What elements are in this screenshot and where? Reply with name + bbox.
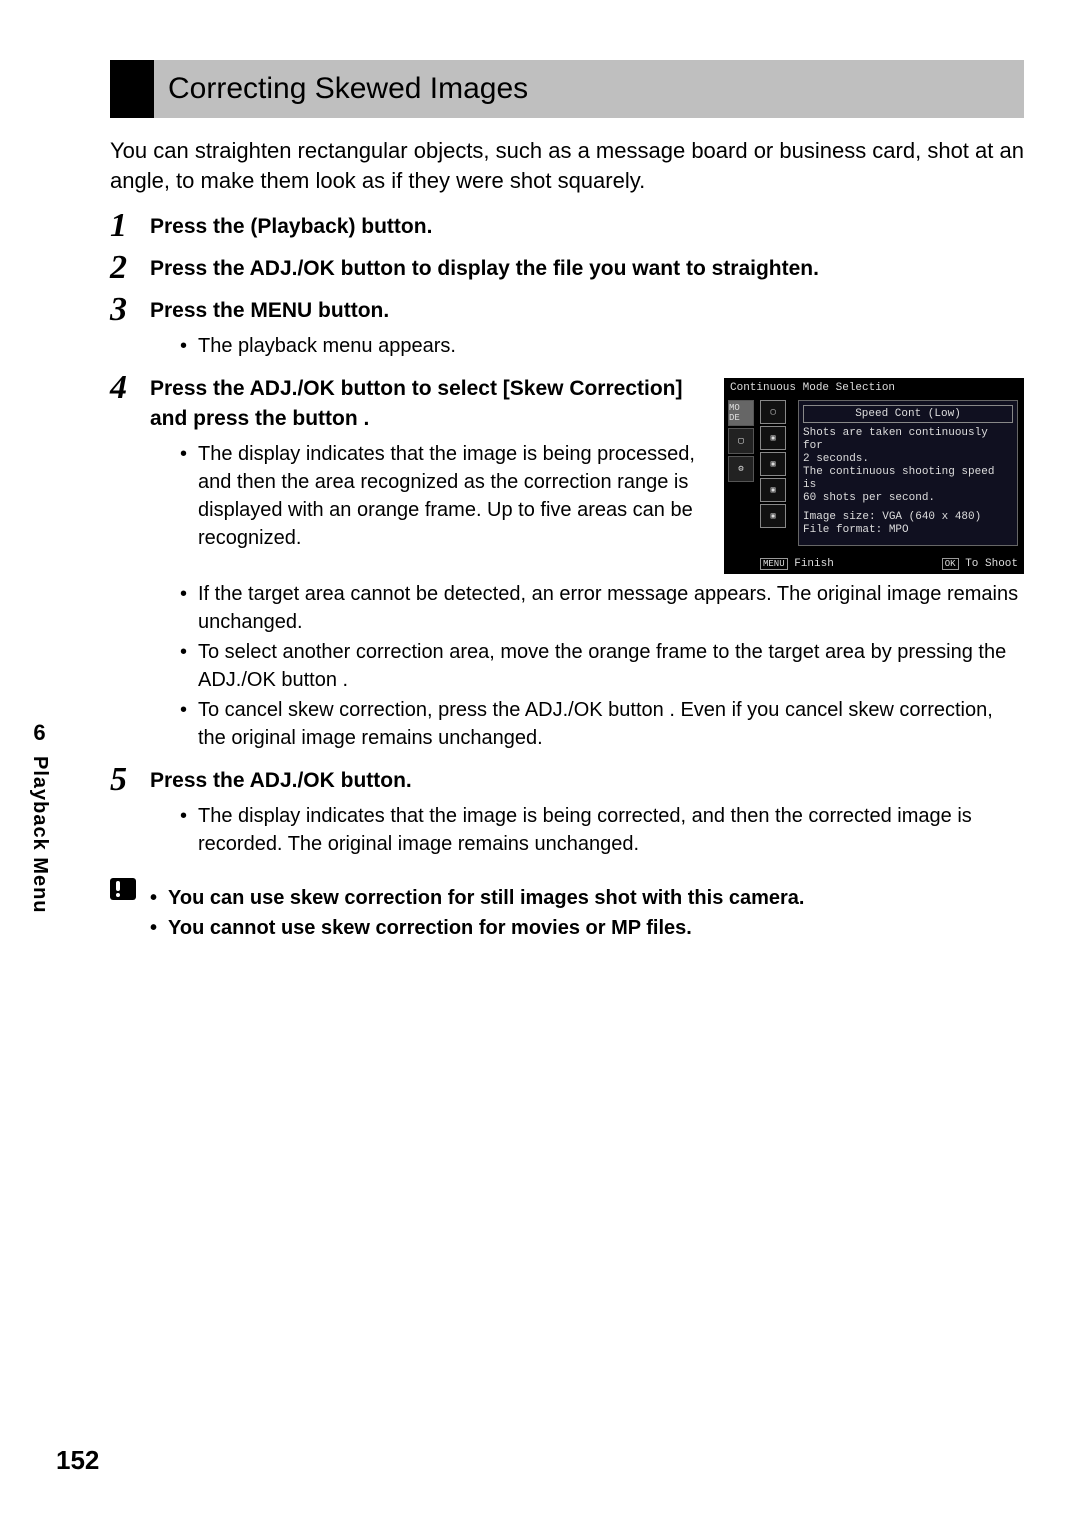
caution-icons	[110, 878, 150, 944]
step-5-bullet-1: The display indicates that the image is …	[180, 802, 1024, 858]
step-4-bullets-a: The display indicates that the image is …	[180, 440, 704, 552]
lcd-tab-camera: ▢	[728, 428, 754, 454]
lcd-line-2: 2 seconds.	[803, 453, 1013, 466]
step-number-5: 5	[110, 766, 150, 860]
step-4-bullet-1: The display indicates that the image is …	[180, 440, 704, 552]
step-2: 2 Press the ADJ./OK button to display th…	[110, 254, 1024, 284]
lcd-line-5: Image size: VGA (640 x 480)	[803, 511, 1013, 524]
step-5: 5 Press the ADJ./OK button. The display …	[110, 766, 1024, 860]
lcd-menu-btn: MENU	[760, 558, 788, 570]
lcd-speed-label: Speed Cont (Low)	[803, 405, 1013, 423]
step-3-bullet-1: The playback menu appears.	[180, 332, 1024, 360]
lcd-tab-mode: MO DE	[728, 400, 754, 426]
step-3: 3 Press the MENU button. The playback me…	[110, 296, 1024, 362]
lcd-line-1: Shots are taken continuously for	[803, 427, 1013, 453]
caution-block: You can use skew correction for still im…	[110, 878, 1024, 944]
lcd-opt-3: ▣	[760, 452, 786, 476]
chapter-number: 6	[33, 720, 45, 746]
section-title: Correcting Skewed Images	[168, 72, 528, 106]
intro-paragraph: You can straighten rectangular objects, …	[110, 136, 1024, 196]
lcd-option-icons: ▢ ▣ ▣ ▣ ▣	[760, 400, 786, 530]
step-3-head: Press the MENU button.	[150, 296, 1024, 326]
step-4-bullet-4: To cancel skew correction, press the ADJ…	[180, 696, 1024, 752]
caution-icon	[110, 878, 136, 900]
step-number-1: 1	[110, 212, 150, 242]
lcd-opt-1: ▢	[760, 400, 786, 424]
lcd-finish-label: Finish	[794, 558, 834, 570]
lcd-menu-group: MENU Finish	[760, 558, 834, 570]
manual-page: Correcting Skewed Images You can straigh…	[0, 0, 1080, 1526]
side-chapter-tab: 6 Playback Menu	[28, 720, 51, 914]
lcd-ok-btn: OK	[942, 558, 959, 570]
lcd-toshoot-label: To Shoot	[965, 558, 1018, 570]
step-2-head: Press the ADJ./OK button to display the …	[150, 254, 1024, 284]
caution-1: You can use skew correction for still im…	[150, 884, 1024, 912]
step-5-bullets: The display indicates that the image is …	[180, 802, 1024, 858]
step-4: 4 Press the ADJ./OK button to select [Sk…	[110, 374, 1024, 754]
lcd-opt-2: ▣	[760, 426, 786, 450]
page-number: 152	[56, 1445, 99, 1476]
caution-2: You cannot use skew correction for movie…	[150, 914, 1024, 942]
step-number-4: 4	[110, 374, 150, 754]
chapter-label: Playback Menu	[28, 756, 51, 914]
lcd-opt-4: ▣	[760, 478, 786, 502]
lcd-info-panel: Speed Cont (Low) Shots are taken continu…	[798, 400, 1018, 546]
camera-lcd-preview: Continuous Mode Selection MO DE ▢ ⚙ ▢ ▣ …	[724, 378, 1024, 574]
lcd-line-6: File format: MPO	[803, 524, 1013, 537]
section-title-bar: Correcting Skewed Images	[110, 60, 1024, 118]
step-4-bullets-b: If the target area cannot be detected, a…	[180, 580, 1024, 752]
step-1: 1 Press the (Playback) button.	[110, 212, 1024, 242]
lcd-title: Continuous Mode Selection	[730, 382, 895, 394]
lcd-ok-group: OK To Shoot	[942, 558, 1018, 570]
step-4-head: Press the ADJ./OK button to select [Skew…	[150, 374, 704, 434]
lcd-line-3: The continuous shooting speed is	[803, 466, 1013, 492]
step-5-head: Press the ADJ./OK button.	[150, 766, 1024, 796]
lcd-mode-tabs: MO DE ▢ ⚙	[728, 400, 754, 484]
step-number-2: 2	[110, 254, 150, 284]
caution-bullets: You can use skew correction for still im…	[150, 884, 1024, 942]
title-black-block	[110, 60, 154, 118]
step-3-bullets: The playback menu appears.	[180, 332, 1024, 360]
lcd-opt-5: ▣	[760, 504, 786, 528]
step-4-bullet-2: If the target area cannot be detected, a…	[180, 580, 1024, 636]
step-1-head: Press the (Playback) button.	[150, 212, 1024, 242]
step-number-3: 3	[110, 296, 150, 362]
lcd-line-4: 60 shots per second.	[803, 492, 1013, 505]
lcd-tab-setup: ⚙	[728, 456, 754, 482]
step-4-bullet-3: To select another correction area, move …	[180, 638, 1024, 694]
lcd-footer: MENU Finish OK To Shoot	[760, 558, 1018, 570]
